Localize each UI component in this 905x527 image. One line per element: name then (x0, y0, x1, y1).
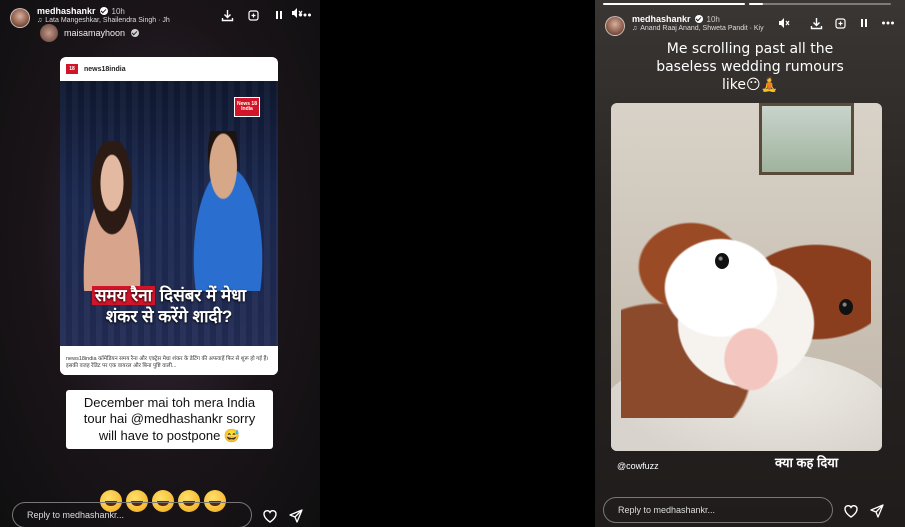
post-image: News 18 India समय रैना दिसंबर में मेधा श… (60, 81, 278, 346)
window-background (759, 103, 854, 175)
music-title: Anand Raaj Anand, Shweta Pandit · Kiy (640, 25, 764, 32)
pause-icon[interactable] (857, 16, 871, 30)
avatar[interactable] (10, 8, 30, 28)
verified-icon (99, 7, 108, 15)
verified-icon (131, 29, 140, 37)
calf-eye (715, 253, 729, 269)
reply-placeholder: Reply to medhashankr... (618, 505, 716, 515)
mentioned-user-avatar (40, 24, 58, 42)
heart-icon[interactable] (262, 508, 278, 524)
mentioned-user-row[interactable]: maisamayhoon (40, 24, 140, 42)
reply-input[interactable]: Reply to medhashankr... (603, 497, 833, 523)
download-icon[interactable] (809, 16, 823, 30)
music-icon: ♫ (37, 17, 43, 24)
post-caption: news18india कॉमेडियन समय रैना और एक्ट्रे… (60, 352, 278, 375)
story-text-note: December mai toh mera India tour hai @me… (66, 390, 273, 449)
send-icon[interactable] (288, 508, 304, 524)
headline-text: दिसंबर में मेधा (159, 286, 246, 305)
post-headline: समय रैना दिसंबर में मेधा शंकर से करेंगे … (70, 285, 268, 328)
avatar[interactable] (605, 16, 625, 36)
headline-highlight: समय रैना (92, 286, 156, 305)
story-right[interactable]: medhashankr 10h ♫ Anand Raaj Anand, Shwe… (595, 0, 905, 527)
stories-viewer: medhashankr 10h ♫ Lata Mangeshkar, Shail… (0, 0, 905, 527)
story-caption: Me scrolling past all the baseless weddi… (656, 41, 844, 94)
more-icon[interactable] (298, 8, 312, 22)
music-info[interactable]: ♫ Lata Mangeshkar, Shailendra Singh · Jh (37, 17, 170, 24)
download-icon[interactable] (220, 8, 234, 22)
person-image (180, 131, 276, 291)
send-icon[interactable] (869, 503, 885, 519)
post-source: news18india (84, 65, 126, 73)
timestamp: 10h (111, 6, 125, 16)
calf-photo (611, 103, 882, 451)
username[interactable]: medhashankr (37, 6, 96, 16)
add-to-story-icon[interactable] (246, 8, 260, 22)
story-left[interactable]: medhashankr 10h ♫ Lata Mangeshkar, Shail… (0, 0, 320, 527)
username[interactable]: medhashankr (632, 14, 691, 24)
verified-icon (694, 15, 703, 23)
music-info[interactable]: ♫ Anand Raaj Anand, Shweta Pandit · Kiy (632, 25, 764, 32)
timestamp: 10h (706, 14, 720, 24)
story-progress-bar (603, 3, 745, 5)
story-user-info: medhashankr 10h ♫ Lata Mangeshkar, Shail… (37, 6, 170, 24)
reply-placeholder: Reply to medhashankr... (27, 510, 125, 520)
photo-credit[interactable]: @cowfuzz (617, 461, 659, 471)
headline-text: शंकर से करेंगे शादी? (105, 307, 233, 327)
post-header: 18 news18india (60, 57, 278, 81)
add-to-story-icon[interactable] (833, 16, 847, 30)
pause-icon[interactable] (272, 8, 286, 22)
music-title: Lata Mangeshkar, Shailendra Singh · Jh (45, 17, 170, 24)
person-image (68, 141, 156, 291)
story-actions (777, 16, 895, 30)
news18-logo: 18 (66, 64, 78, 74)
story-progress-bar (749, 3, 891, 5)
shared-post-card[interactable]: 18 news18india News 18 India समय रैना दि… (60, 57, 278, 375)
mentioned-username: maisamayhoon (64, 28, 126, 38)
calf-image (621, 208, 871, 418)
more-icon[interactable] (881, 16, 895, 30)
hindi-sticker-text: क्या कह दिया (775, 455, 839, 470)
music-icon: ♫ (632, 25, 638, 32)
mute-icon[interactable] (777, 16, 791, 30)
heart-icon[interactable] (843, 503, 859, 519)
calf-eye (839, 299, 853, 315)
story-user-info: medhashankr 10h ♫ Anand Raaj Anand, Shwe… (632, 14, 764, 32)
story-actions (220, 8, 312, 22)
reply-input[interactable]: Reply to medhashankr... (12, 502, 252, 527)
channel-badge: News 18 India (234, 97, 260, 117)
